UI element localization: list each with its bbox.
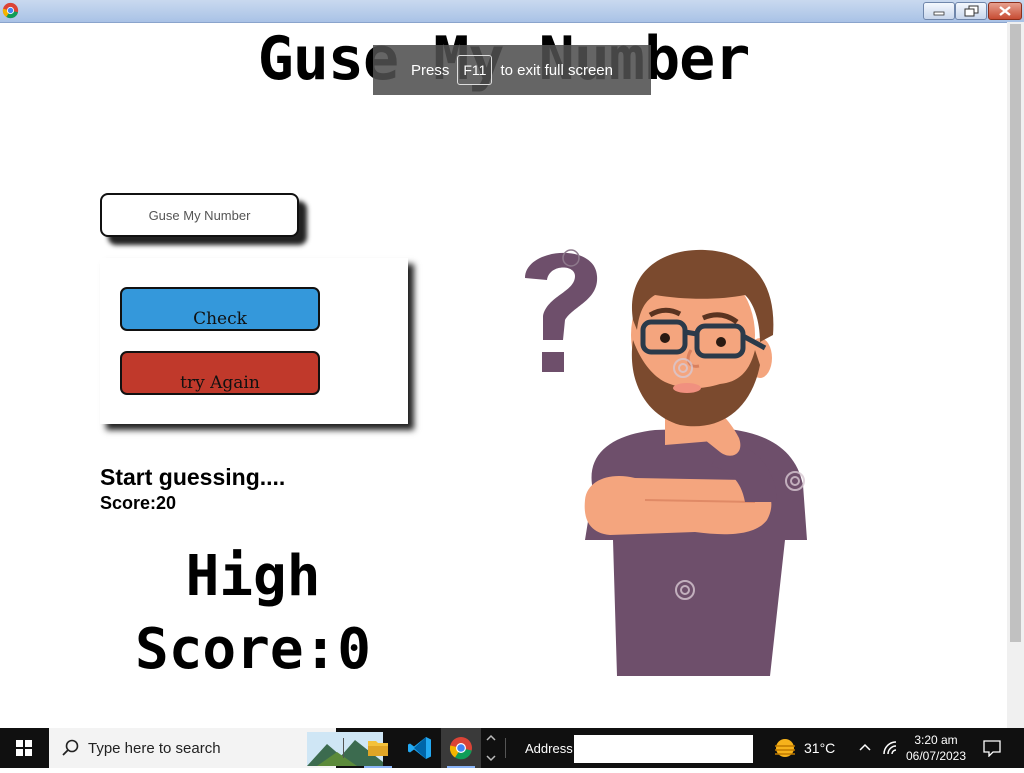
high-score-display: High Score:0 (134, 544, 371, 682)
search-icon (62, 739, 79, 756)
minimize-button[interactable] (923, 2, 955, 20)
taskbar-scroll-arrows[interactable] (484, 728, 498, 768)
taskbar-separator (505, 738, 506, 758)
address-toolbar-input[interactable] (574, 735, 753, 763)
check-button[interactable]: Check (120, 287, 320, 331)
chrome-logo-icon (2, 2, 19, 19)
up-down-chevron-icon (486, 734, 496, 762)
chrome-icon (449, 737, 472, 760)
notification-icon[interactable] (982, 739, 1002, 757)
close-icon (999, 6, 1011, 16)
fullscreen-exit-toast: Press F11 to exit full screen (373, 45, 651, 95)
windows-taskbar: Type here to search Address 31°C 3:20 am… (0, 728, 1024, 768)
guess-number-input[interactable] (100, 193, 299, 237)
wifi-icon[interactable] (882, 740, 898, 756)
button-panel: Check try Again (100, 258, 408, 424)
close-button[interactable] (988, 2, 1022, 20)
question-mark-icon (525, 249, 598, 372)
folder-icon (368, 741, 388, 756)
taskbar-app-vscode[interactable] (400, 728, 440, 768)
score-display: Score:20 (100, 493, 177, 513)
weather-sunny-haze-icon (775, 739, 795, 757)
windows-logo-icon (16, 740, 32, 756)
start-button[interactable] (0, 728, 48, 768)
restore-icon (964, 5, 979, 17)
toast-prefix: Press (411, 61, 450, 79)
vscode-icon (408, 737, 431, 759)
status-message: Start guessing.... (100, 464, 286, 490)
taskbar-app-chrome[interactable] (441, 728, 481, 768)
browser-title-bar (0, 0, 1024, 23)
address-toolbar-label: Address (525, 741, 573, 756)
toast-suffix: to exit full screen (500, 61, 613, 79)
taskbar-search-box[interactable]: Type here to search (49, 728, 383, 768)
taskbar-separator (343, 738, 344, 758)
thinking-man-illustration (525, 249, 807, 676)
search-placeholder: Type here to search (88, 740, 221, 757)
try-again-button[interactable]: try Again (120, 351, 320, 395)
toast-key: F11 (457, 55, 493, 85)
scrollbar-thumb[interactable] (1010, 24, 1021, 642)
vertical-scrollbar[interactable] (1007, 22, 1024, 728)
system-clock[interactable]: 3:20 am 06/07/2023 (902, 732, 970, 764)
show-hidden-icons-chevron-icon[interactable] (858, 740, 872, 754)
minimize-icon (933, 11, 945, 16)
taskbar-app-file-explorer[interactable] (358, 728, 398, 768)
temperature: 31°C (804, 740, 836, 756)
clock-time: 3:20 am (914, 733, 958, 747)
restore-button[interactable] (955, 2, 987, 20)
clock-date: 06/07/2023 (905, 749, 967, 763)
